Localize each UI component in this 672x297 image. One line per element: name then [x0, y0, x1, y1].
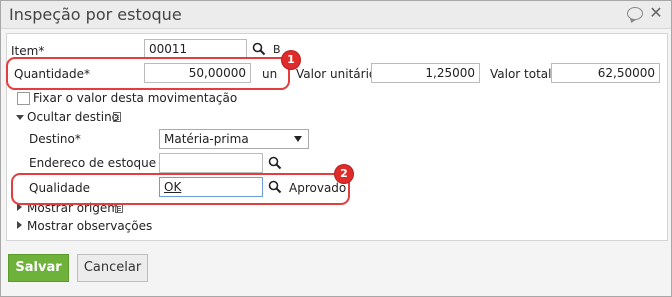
valor-unitario-label: Valor unitário — [296, 67, 377, 81]
destino-selected-value: Matéria-prima — [164, 132, 249, 146]
chevron-down-icon — [294, 136, 302, 142]
document-icon — [113, 112, 121, 122]
valor-unitario-input[interactable]: 1,25000 — [371, 63, 480, 83]
annotation-badge-2: 2 — [335, 165, 353, 183]
item-search-icon[interactable] — [252, 42, 266, 56]
fixar-checkbox[interactable] — [17, 92, 30, 105]
item-input[interactable]: 00011 — [144, 39, 247, 59]
endereco-input[interactable] — [159, 153, 263, 173]
dialog-titlebar: Inspeção por estoque ✕ — [1, 1, 671, 29]
valor-total-label: Valor total — [490, 67, 552, 81]
inspection-dialog: Inspeção por estoque ✕ Item* 00011 B Qua… — [0, 0, 672, 297]
save-button[interactable]: Salvar — [8, 254, 69, 282]
annotation-highlight-1 — [6, 57, 290, 90]
ocultar-destino-toggle[interactable]: Ocultar destino — [27, 110, 119, 124]
mostrar-observacoes-toggle[interactable]: Mostrar observações — [27, 219, 152, 233]
chat-icon[interactable] — [627, 7, 643, 20]
annotation-badge-1: 1 — [282, 51, 300, 69]
valor-total-input[interactable]: 62,50000 — [551, 63, 660, 83]
cancel-button[interactable]: Cancelar — [77, 254, 148, 282]
endereco-label: Endereco de estoque — [29, 156, 157, 170]
endereco-search-icon[interactable] — [268, 156, 282, 170]
annotation-highlight-2 — [11, 173, 350, 205]
item-suffix: B — [273, 43, 281, 56]
destino-label: Destino* — [29, 132, 81, 146]
expand-arrow-icon[interactable] — [17, 221, 22, 229]
item-label: Item* — [11, 44, 45, 58]
close-icon[interactable]: ✕ — [646, 3, 666, 23]
collapse-arrow-icon[interactable] — [16, 115, 24, 120]
destino-select[interactable]: Matéria-prima — [159, 129, 309, 149]
dialog-title: Inspeção por estoque — [9, 5, 182, 24]
fixar-label: Fixar o valor desta movimentação — [33, 91, 238, 105]
